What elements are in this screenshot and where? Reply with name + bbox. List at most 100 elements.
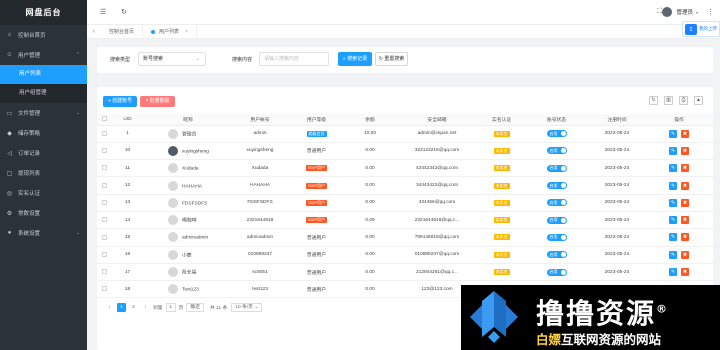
cell-actions: ✎ ✖ [645,228,713,247]
status-toggle[interactable]: 启用 [546,164,567,172]
cell-nickname: 喝咖啡 [144,211,232,230]
delete-button[interactable]: ✖ [681,233,689,242]
delete-button[interactable]: ✖ [681,146,689,155]
level-badge: SVIP用户 [305,182,328,189]
level-text: 普通用户 [306,149,327,155]
sidebar-item-withdraw[interactable]: ▢ 提现列表 [0,163,87,183]
status-toggle[interactable]: 启用 [546,216,567,224]
add-account-button[interactable]: + 创建账号 [103,96,137,107]
cell-verify: 未实名 [479,194,524,212]
edit-button[interactable]: ✎ [669,164,677,173]
upload-widget[interactable]: ⇪ 我的上传 [682,21,720,37]
sidebar-subitem-user-groups[interactable]: 用户组管理 [0,84,87,103]
delete-button[interactable]: ✖ [681,268,689,277]
search-type-select[interactable]: 账号搜索 ⌄ [138,52,206,66]
row-checkbox[interactable] [97,142,111,161]
refresh-icon[interactable]: ↻ [121,8,127,16]
cell-level: 普通用户 [288,246,345,264]
row-checkbox[interactable] [97,280,111,299]
print-icon[interactable]: ▲ [694,96,703,105]
status-toggle[interactable]: 启用 [546,251,567,259]
status-toggle[interactable]: 启用 [546,233,567,241]
delete-button[interactable]: ✖ [681,181,689,190]
delete-button[interactable]: ✖ [681,129,689,138]
nickname-text: xuyingsheng [182,149,209,155]
sidebar-item-dashboard[interactable]: ⌂ 控制台首页 [0,25,87,45]
row-checkbox[interactable] [97,159,111,178]
delete-button[interactable]: ✖ [681,198,689,207]
refresh-icon[interactable]: ↻ [649,96,658,105]
constants-icon: ⚙ [6,210,13,217]
sidebar-item-orders[interactable]: ◁ 订单记录 [0,143,87,163]
status-toggle[interactable]: 启用 [546,268,567,276]
close-icon[interactable]: × [185,29,188,35]
prev-page-icon[interactable]: ‹ [105,303,114,312]
status-toggle[interactable]: 启用 [546,182,567,190]
batch-delete-button[interactable]: × 批量删除 [140,96,175,107]
page-1[interactable]: 1 [117,303,126,312]
col-account: 用户帐号 [232,114,288,126]
status-toggle[interactable]: 启用 [546,199,567,207]
row-checkbox[interactable] [97,211,111,230]
goto-confirm-button[interactable]: 确定 [186,303,205,312]
edit-button[interactable]: ✎ [669,233,677,242]
sidebar-item-storage[interactable]: ◆ 储存策略 [0,123,87,143]
status-toggle[interactable]: 启用 [546,147,567,155]
sidebar-item-files[interactable]: ▭ 文件管理 ⌄ [0,103,87,123]
edit-button[interactable]: ✎ [669,216,677,225]
row-checkbox[interactable] [97,194,111,212]
export-icon[interactable]: ⎙ [679,96,688,105]
status-toggle[interactable]: 启用 [546,130,567,138]
page-2[interactable]: 2 [129,303,138,312]
delete-button[interactable]: ✖ [681,216,689,225]
username: 管理员 [676,10,693,16]
tab-bar: ‹ 控制台首页 用户列表 × [87,24,720,39]
cell-status: 启用 [524,246,589,264]
cell-status: 启用 [524,125,589,143]
row-checkbox[interactable] [97,125,111,143]
cell-nickname: HAHAHA [144,176,232,195]
reset-button[interactable]: ↻ 重置搜索 [375,52,408,66]
user-menu[interactable]: 管理员 ▾ [662,7,698,17]
page-unit: 页 [178,306,184,311]
fullscreen-icon[interactable]: ⛶ [657,8,662,16]
row-checkbox[interactable] [97,263,111,282]
search-button[interactable]: ⌕ 搜索记录 [338,52,372,66]
delete-button[interactable]: ✖ [681,250,689,259]
edit-button[interactable]: ✎ [669,181,677,190]
delete-button[interactable]: ✖ [681,164,689,173]
row-checkbox[interactable] [97,228,111,247]
edit-button[interactable]: ✎ [669,250,677,259]
edit-icon: ✎ [670,199,676,206]
nickname-text: FDSFSDFS [182,201,208,207]
row-checkbox[interactable] [97,176,111,195]
sidebar-item-users[interactable]: ☺ 用户管理 ⌃ [0,45,87,65]
watermark-banner: 撸撸资源® 白嫖互联网资源的网站 [461,285,720,350]
cell-account: Xudada [232,159,288,178]
sidebar-subitem-user-list[interactable]: 用户列表 [0,65,87,84]
row-checkbox[interactable] [97,246,111,264]
tab-prev-icon[interactable]: ‹ [87,29,101,35]
verify-badge: 未实名 [493,182,510,189]
verify-badge: 未实名 [493,251,510,258]
avatar [168,249,178,260]
select-all-checkbox[interactable] [97,114,111,126]
edit-button[interactable]: ✎ [669,268,677,277]
next-page-icon[interactable]: › [141,303,150,312]
edit-button[interactable]: ✎ [669,129,677,138]
cell-email: 010889247@qq.com [395,246,479,264]
sidebar-item-settings[interactable]: ● 系统设置 ⌄ [0,223,87,243]
sidebar-item-constants[interactable]: ⚙ 常数设置 [0,203,87,223]
edit-button[interactable]: ✎ [669,146,677,155]
tab-label: 用户列表 [159,29,180,35]
tab-dashboard[interactable]: 控制台首页 [101,24,144,39]
columns-icon[interactable]: ▥ [664,96,673,105]
page-size-select[interactable]: 10 条/页 ⌄ [231,303,263,312]
menu-toggle-icon[interactable]: ☰ [100,8,106,16]
search-input[interactable]: 请输入搜索内容 [259,52,329,66]
goto-page-input[interactable]: 1 [165,303,176,312]
tab-user-list[interactable]: 用户列表 × [143,24,197,39]
sidebar-item-verify[interactable]: ◎ 实名认证 [0,183,87,203]
more-icon[interactable]: ⋮ [707,8,714,16]
edit-button[interactable]: ✎ [669,198,677,207]
